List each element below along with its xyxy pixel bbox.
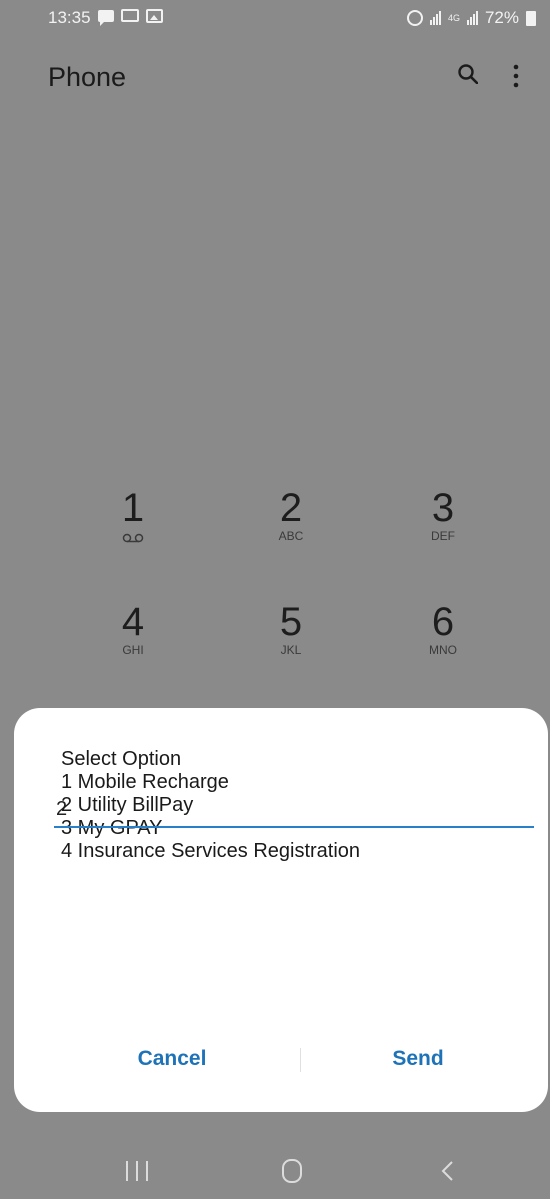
dialog-line: 4 Insurance Services Registration bbox=[61, 840, 361, 862]
network-type: 4G bbox=[447, 12, 460, 23]
battery-percent: 72% bbox=[484, 8, 519, 27]
image-notification-icon bbox=[146, 9, 163, 23]
dialog-line: 1 Mobile Recharge bbox=[61, 771, 229, 793]
dial-key-letters: DEF bbox=[431, 529, 455, 543]
dial-key-2[interactable]: 2 ABC bbox=[246, 486, 336, 566]
dial-key-letters: MNO bbox=[429, 643, 457, 657]
message-notification-icon bbox=[98, 10, 114, 26]
status-right: 4G 72% bbox=[406, 8, 536, 28]
signal-icon bbox=[429, 11, 441, 25]
dial-key-5[interactable]: 5 JKL bbox=[246, 600, 336, 680]
dial-key-digit: 4 bbox=[121, 600, 145, 644]
dial-key-6[interactable]: 6 MNO bbox=[398, 600, 488, 680]
dial-key-letters: JKL bbox=[280, 643, 302, 657]
dial-key-letters: GHI bbox=[122, 643, 144, 657]
dial-key-4[interactable]: 4 GHI bbox=[88, 600, 178, 680]
back-icon[interactable] bbox=[440, 1160, 456, 1182]
dial-key-digit: 5 bbox=[279, 600, 303, 644]
dial-key-digit: 3 bbox=[431, 486, 455, 530]
status-bar: 13:35 4G 72% bbox=[0, 0, 550, 34]
dial-key-1[interactable]: 1 bbox=[88, 486, 178, 566]
notification-icons bbox=[98, 7, 163, 26]
voicemail-notification-icon bbox=[121, 9, 139, 22]
input-underline bbox=[54, 826, 534, 828]
voicemail-icon bbox=[122, 533, 144, 543]
cancel-button[interactable]: Cancel bbox=[52, 1036, 292, 1082]
dial-key-digit: 1 bbox=[121, 486, 145, 530]
dial-key-digit: 2 bbox=[279, 486, 303, 530]
search-icon[interactable] bbox=[458, 64, 478, 84]
alarm-icon bbox=[406, 10, 423, 26]
more-options-icon[interactable] bbox=[512, 64, 520, 88]
dialog-line: Select Option bbox=[61, 748, 182, 770]
status-time: 13:35 bbox=[48, 8, 91, 27]
signal-icon-2 bbox=[466, 11, 478, 25]
page-title: Phone bbox=[48, 62, 127, 92]
dial-key-letters: ABC bbox=[278, 529, 304, 543]
dial-key-3[interactable]: 3 DEF bbox=[398, 486, 488, 566]
response-input[interactable] bbox=[54, 794, 538, 824]
dial-key-digit: 6 bbox=[431, 600, 455, 644]
send-button[interactable]: Send bbox=[298, 1036, 538, 1082]
recents-icon[interactable] bbox=[126, 1161, 148, 1181]
home-icon[interactable] bbox=[282, 1159, 302, 1183]
battery-icon bbox=[526, 10, 536, 26]
